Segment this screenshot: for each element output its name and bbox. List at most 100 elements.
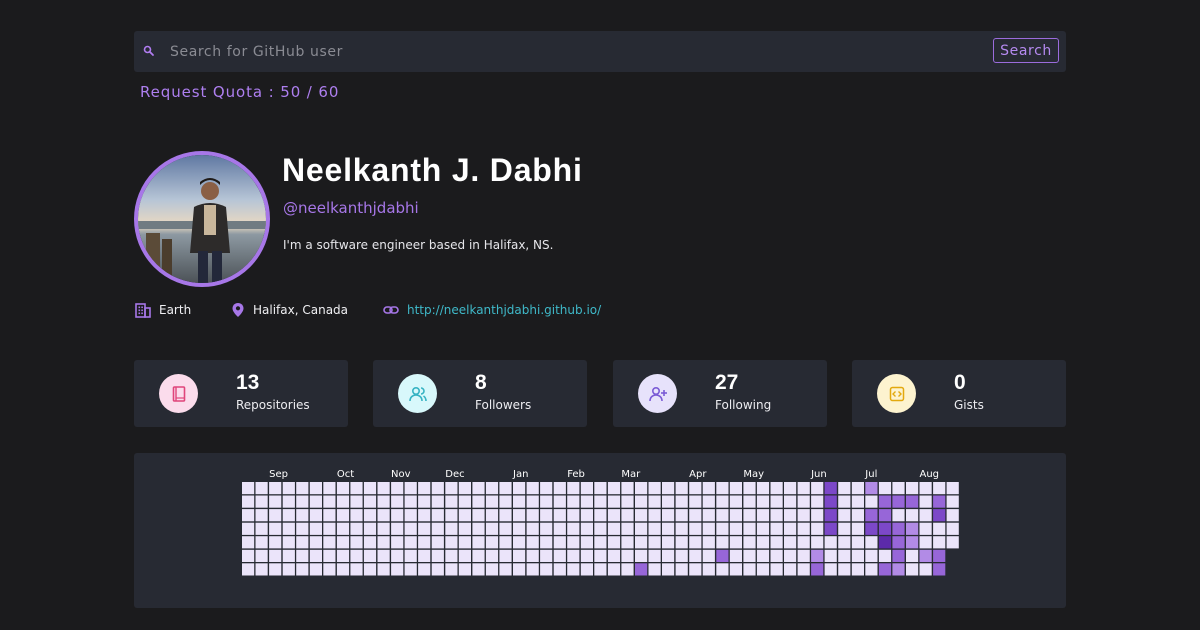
contribution-day[interactable] (851, 509, 864, 522)
contribution-day[interactable] (946, 509, 959, 522)
contribution-day[interactable] (756, 549, 770, 562)
contribution-day[interactable] (716, 536, 729, 549)
contribution-day[interactable] (702, 482, 715, 495)
contribution-day[interactable] (309, 509, 322, 522)
contribution-day[interactable] (838, 509, 851, 522)
contribution-day[interactable] (838, 495, 851, 508)
contribution-day[interactable] (404, 563, 417, 576)
contribution-day[interactable] (445, 495, 458, 508)
contribution-day[interactable] (784, 495, 797, 508)
contribution-day[interactable] (892, 495, 905, 508)
contribution-day[interactable] (242, 563, 255, 576)
contribution-day[interactable] (838, 536, 851, 549)
contribution-day[interactable] (919, 563, 932, 576)
contribution-day[interactable] (418, 482, 431, 495)
contribution-day[interactable] (567, 563, 580, 576)
contribution-day[interactable] (648, 495, 661, 508)
contribution-day[interactable] (878, 495, 892, 508)
contribution-day[interactable] (594, 509, 607, 522)
contribution-day[interactable] (485, 495, 499, 508)
contribution-day[interactable] (336, 549, 350, 562)
contribution-day[interactable] (621, 563, 634, 576)
contribution-day[interactable] (282, 536, 295, 549)
contribution-day[interactable] (269, 495, 282, 508)
contribution-day[interactable] (485, 536, 499, 549)
contribution-day[interactable] (269, 536, 282, 549)
contribution-day[interactable] (784, 509, 797, 522)
contribution-day[interactable] (567, 549, 580, 562)
contribution-day[interactable] (797, 563, 810, 576)
contribution-day[interactable] (336, 536, 350, 549)
contribution-day[interactable] (756, 522, 770, 535)
contribution-day[interactable] (743, 549, 756, 562)
contribution-day[interactable] (756, 509, 770, 522)
contribution-day[interactable] (946, 522, 959, 535)
contribution-day[interactable] (391, 563, 404, 576)
contribution-day[interactable] (716, 495, 729, 508)
contribution-day[interactable] (540, 563, 553, 576)
contribution-day[interactable] (391, 495, 404, 508)
contribution-day[interactable] (553, 522, 566, 535)
contribution-day[interactable] (269, 563, 282, 576)
contribution-day[interactable] (553, 549, 566, 562)
contribution-day[interactable] (499, 495, 512, 508)
contribution-day[interactable] (675, 563, 688, 576)
contribution-day[interactable] (255, 509, 268, 522)
contribution-day[interactable] (594, 549, 607, 562)
contribution-day[interactable] (919, 549, 932, 562)
contribution-day[interactable] (607, 495, 621, 508)
contribution-day[interactable] (363, 509, 377, 522)
contribution-day[interactable] (431, 482, 444, 495)
contribution-day[interactable] (567, 509, 580, 522)
contribution-day[interactable] (499, 563, 512, 576)
contribution-day[interactable] (458, 563, 471, 576)
contribution-day[interactable] (580, 509, 593, 522)
contribution-day[interactable] (594, 482, 607, 495)
contribution-day[interactable] (811, 495, 824, 508)
contribution-day[interactable] (865, 536, 878, 549)
contribution-day[interactable] (513, 495, 526, 508)
contribution-day[interactable] (418, 495, 431, 508)
contribution-day[interactable] (906, 509, 919, 522)
contribution-day[interactable] (282, 522, 295, 535)
contribution-day[interactable] (851, 522, 864, 535)
contribution-day[interactable] (553, 536, 566, 549)
contribution-day[interactable] (526, 495, 539, 508)
contribution-day[interactable] (770, 563, 783, 576)
search-button[interactable]: Search (993, 38, 1059, 63)
contribution-day[interactable] (431, 495, 444, 508)
contribution-day[interactable] (635, 536, 648, 549)
contribution-day[interactable] (770, 522, 783, 535)
contribution-day[interactable] (906, 495, 919, 508)
contribution-day[interactable] (851, 549, 864, 562)
contribution-day[interactable] (770, 495, 783, 508)
contribution-day[interactable] (255, 482, 268, 495)
contribution-day[interactable] (472, 509, 485, 522)
contribution-day[interactable] (445, 482, 458, 495)
contribution-day[interactable] (892, 509, 905, 522)
contribution-day[interactable] (404, 536, 417, 549)
contribution-day[interactable] (391, 509, 404, 522)
contribution-day[interactable] (418, 549, 431, 562)
contribution-day[interactable] (377, 482, 390, 495)
contribution-day[interactable] (635, 509, 648, 522)
contribution-day[interactable] (892, 482, 905, 495)
contribution-day[interactable] (540, 482, 553, 495)
contribution-day[interactable] (242, 495, 255, 508)
contribution-day[interactable] (621, 495, 634, 508)
contribution-day[interactable] (784, 482, 797, 495)
contribution-day[interactable] (689, 536, 702, 549)
contribution-day[interactable] (458, 482, 471, 495)
contribution-day[interactable] (662, 563, 675, 576)
contribution-day[interactable] (269, 522, 282, 535)
contribution-day[interactable] (363, 563, 377, 576)
contribution-day[interactable] (526, 536, 539, 549)
contribution-day[interactable] (784, 563, 797, 576)
contribution-day[interactable] (445, 509, 458, 522)
contribution-day[interactable] (662, 522, 675, 535)
contribution-day[interactable] (851, 482, 864, 495)
contribution-day[interactable] (797, 536, 810, 549)
contribution-day[interactable] (309, 536, 322, 549)
contribution-day[interactable] (716, 522, 729, 535)
contribution-day[interactable] (933, 482, 946, 495)
